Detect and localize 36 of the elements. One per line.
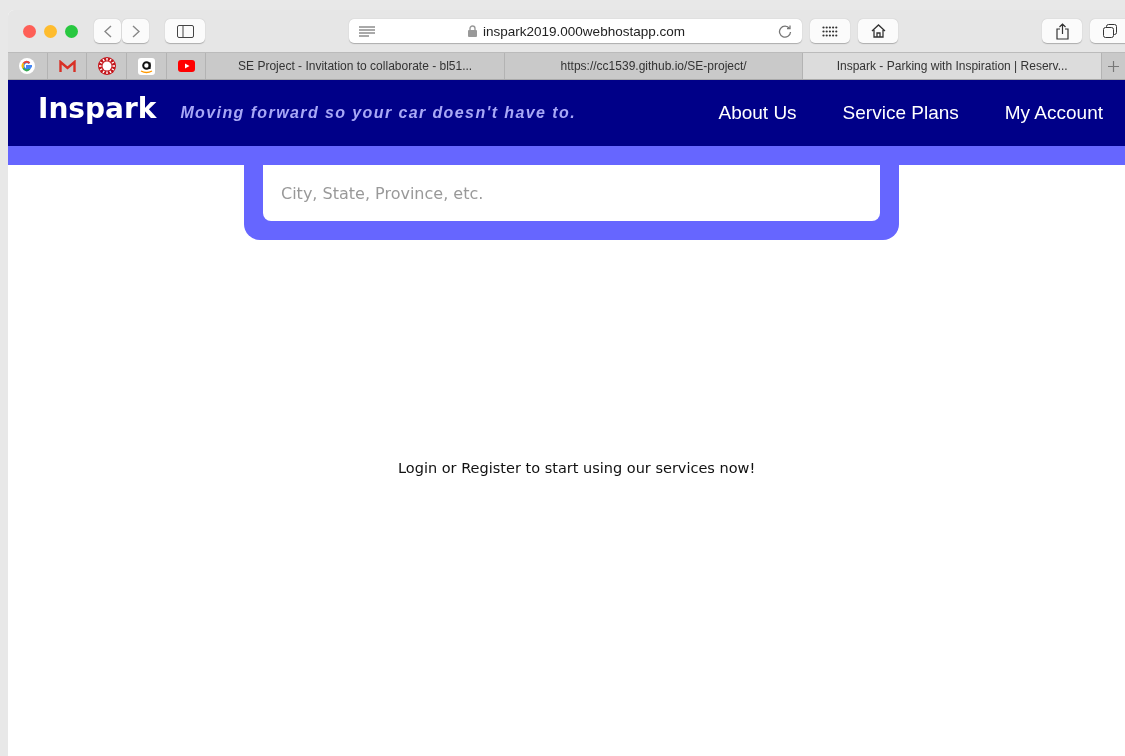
tagline: Moving forward so your car doesn't have to.: [180, 104, 576, 122]
nav-link[interactable]: About Us: [718, 102, 797, 124]
shopping-icon: [137, 57, 155, 75]
play-icon: [177, 60, 195, 72]
plus-icon: [1107, 60, 1119, 72]
grid-button[interactable]: [810, 19, 850, 43]
location-field[interactable]: City, State, Province, etc.: [263, 165, 880, 221]
forward-button[interactable]: [122, 19, 149, 43]
site-logo[interactable]: Inspark: [38, 91, 157, 125]
sidebar-icon: [176, 24, 194, 38]
mail-icon: [58, 59, 76, 73]
share-button[interactable]: [1042, 19, 1082, 43]
login-message: Login or Register to start using our services now!: [398, 460, 757, 476]
close-button[interactable]: [23, 24, 36, 38]
address-bar[interactable]: inspark2019.000webhostapp.com: [349, 19, 802, 43]
share-icon: [1055, 22, 1069, 40]
browser-tab[interactable]: Inspark - Parking with Inspiration | Reserv...: [803, 53, 1102, 79]
reload-icon[interactable]: [778, 24, 792, 38]
reader-icon[interactable]: [359, 25, 375, 37]
url-text: inspark2019.000webhostapp.com: [483, 23, 685, 39]
google-icon: [19, 58, 36, 74]
zoom-button[interactable]: [65, 24, 78, 38]
grid-icon: [822, 25, 838, 37]
lock-icon: [468, 25, 478, 37]
back-icon: [103, 24, 112, 38]
tabs-button[interactable]: [1090, 19, 1125, 43]
back-button[interactable]: [94, 19, 121, 43]
home-icon: [870, 24, 886, 38]
browser-tab[interactable]: SE Project - Invitation to collaborate - bl51...: [206, 53, 505, 79]
nav-link[interactable]: Service Plans: [842, 102, 959, 124]
tabs-icon: [1103, 24, 1117, 38]
sidebar-button[interactable]: [165, 19, 205, 43]
home-button[interactable]: [858, 19, 898, 43]
sun-icon: [97, 57, 116, 75]
forward-icon: [131, 24, 140, 38]
nav-link[interactable]: My Account: [1004, 102, 1103, 124]
